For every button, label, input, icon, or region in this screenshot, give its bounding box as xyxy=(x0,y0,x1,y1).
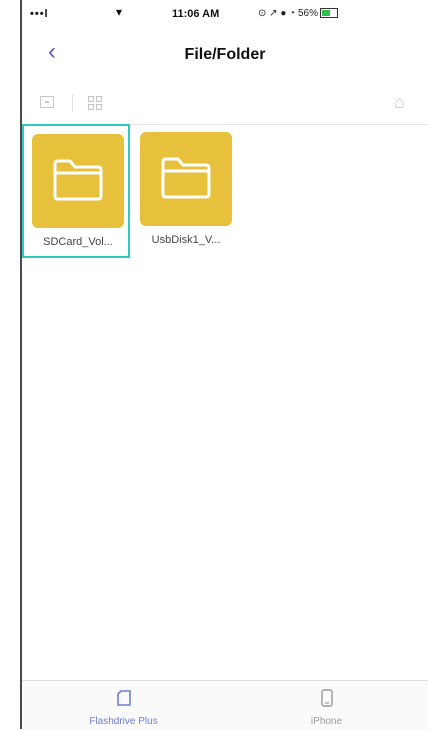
folder-label: SDCard_Vol... xyxy=(43,236,113,248)
toolbar-divider xyxy=(72,94,73,112)
folder-tile xyxy=(140,132,232,226)
folder-icon xyxy=(161,157,211,199)
iphone-icon xyxy=(320,689,333,707)
folder-item-sdcard[interactable]: SDCard_Vol... xyxy=(22,124,130,258)
app-screen: •••l ▾ 11:06 AM ⊙ ↗ ● ◔ 56% ‹ File/Folde… xyxy=(22,0,428,730)
status-right: ⊙ ↗ ● ◔ 56% xyxy=(258,8,338,19)
new-folder-icon[interactable] xyxy=(40,96,54,108)
page-title: File/Folder xyxy=(184,46,266,63)
tab-label: iPhone xyxy=(310,716,343,727)
status-bar: •••l ▾ 11:06 AM ⊙ ↗ ● ◔ 56% xyxy=(22,0,428,28)
status-time: 11:06 AM xyxy=(172,8,220,20)
status-indicators: ⊙ ↗ ● ◔ 56% xyxy=(258,8,318,19)
nav-bar: ‹ File/Folder xyxy=(22,28,428,84)
wifi-icon: ▾ xyxy=(116,5,123,19)
folder-icon xyxy=(53,159,103,201)
device-frame-edge xyxy=(0,0,22,729)
flashdrive-icon xyxy=(116,690,131,706)
home-icon[interactable]: ⌂ xyxy=(394,92,405,113)
battery-icon xyxy=(319,8,338,19)
toolbar: ⌂ xyxy=(22,84,428,125)
folder-tile xyxy=(32,134,124,228)
grid-view-icon[interactable] xyxy=(88,96,104,112)
tab-iphone[interactable]: iPhone xyxy=(225,681,428,730)
tab-bar: Flashdrive Plus iPhone xyxy=(22,680,428,730)
signal-indicator: •••l xyxy=(30,8,49,20)
folder-label: UsbDisk1_V... xyxy=(151,234,221,246)
folder-item-usbdisk[interactable]: UsbDisk1_V... xyxy=(132,124,240,258)
tab-label: Flashdrive Plus xyxy=(89,716,158,727)
tab-flashdrive[interactable]: Flashdrive Plus xyxy=(22,681,225,730)
